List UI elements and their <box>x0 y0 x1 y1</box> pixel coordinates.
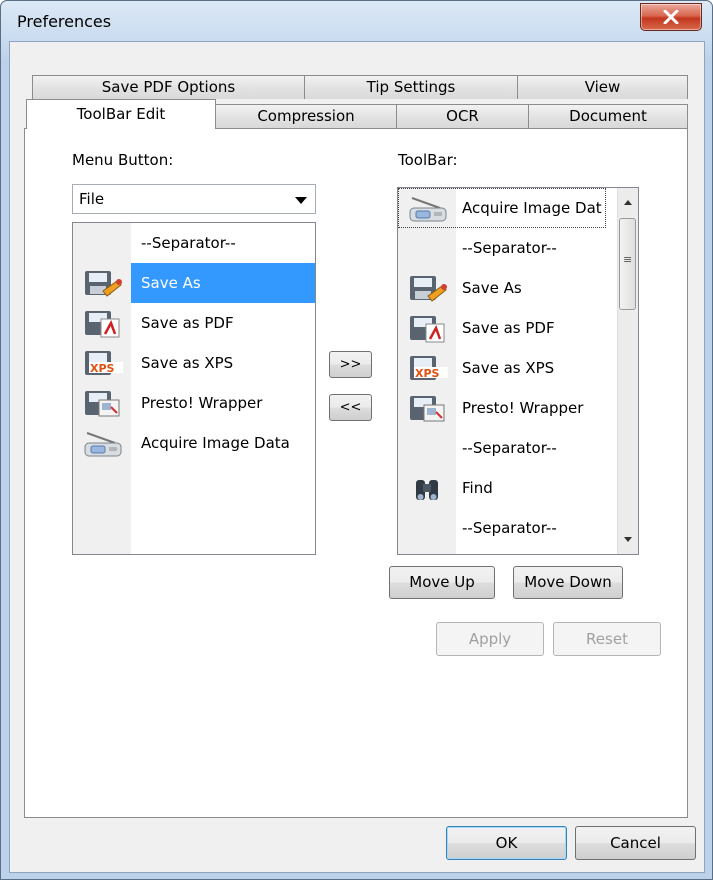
save-xps-icon: XPS <box>81 349 125 379</box>
move-down-button[interactable]: Move Down <box>513 566 623 599</box>
cancel-button[interactable]: Cancel <box>575 826 696 860</box>
list-item[interactable]: Save as PDF <box>398 308 638 348</box>
apply-button[interactable]: Apply <box>436 622 544 656</box>
tab-label: Tip Settings <box>366 78 456 96</box>
chevron-down-icon <box>295 197 307 204</box>
list-item-label: --Separator-- <box>462 239 557 257</box>
scroll-up-icon[interactable] <box>618 192 638 212</box>
list-item-label: --Separator-- <box>462 519 557 537</box>
list-item-label: Presto! Wrapper <box>462 399 584 417</box>
svg-text:XPS: XPS <box>415 367 440 380</box>
list-item-label: Save As <box>462 279 522 297</box>
list-item-label: Save as PDF <box>141 314 234 332</box>
save-pdf-icon <box>81 309 125 339</box>
toolbar-list-scrollbar[interactable] <box>617 188 638 554</box>
tab-document[interactable]: Document <box>528 104 688 128</box>
list-item-label: Save As <box>141 274 201 292</box>
scroll-thumb[interactable] <box>619 218 636 310</box>
toolbar-label: ToolBar: <box>398 151 458 169</box>
tab-label: Document <box>569 107 647 125</box>
presto-wrapper-icon <box>406 394 450 424</box>
tab-ocr[interactable]: OCR <box>396 104 529 128</box>
presto-wrapper-icon <box>81 389 125 419</box>
scroll-down-icon[interactable] <box>618 530 638 550</box>
list-item-label: Presto! Wrapper <box>141 394 263 412</box>
list-item-label: Acquire Image Data <box>141 434 290 452</box>
list-item[interactable]: --Separator-- <box>73 223 315 263</box>
list-item[interactable]: Presto! Wrapper <box>398 388 638 428</box>
menu-button-dropdown[interactable]: File <box>72 184 316 214</box>
move-up-button[interactable]: Move Up <box>389 566 495 599</box>
ok-button[interactable]: OK <box>446 826 567 860</box>
menu-items-list[interactable]: --Separator-- Save As Save as PDF XPS Save a… <box>72 222 316 555</box>
list-item[interactable]: Save As <box>73 263 315 303</box>
save-pdf-icon <box>406 314 450 344</box>
list-item[interactable]: Save as PDF <box>73 303 315 343</box>
tab-tip-settings[interactable]: Tip Settings <box>304 75 518 99</box>
svg-text:XPS: XPS <box>90 362 115 375</box>
save-as-icon <box>81 269 125 299</box>
list-item[interactable]: Save As <box>398 268 638 308</box>
tab-label: ToolBar Edit <box>76 105 166 123</box>
tab-compression[interactable]: Compression <box>215 104 397 128</box>
list-item[interactable]: --Separator-- <box>398 228 638 268</box>
remove-from-toolbar-button[interactable]: << <box>329 394 372 421</box>
add-to-toolbar-button[interactable]: >> <box>329 351 372 378</box>
list-item[interactable]: XPS Save as XPS <box>398 348 638 388</box>
scanner-icon <box>81 429 125 459</box>
binoculars-icon <box>406 474 450 504</box>
tab-save-pdf-options[interactable]: Save PDF Options <box>32 75 305 99</box>
list-item[interactable]: Acquire Image Dat <box>398 188 638 228</box>
dropdown-value: File <box>79 190 105 208</box>
close-icon <box>663 10 679 24</box>
tab-view[interactable]: View <box>517 75 688 99</box>
list-item[interactable]: --Separator-- <box>398 508 638 548</box>
window-title: Preferences <box>17 12 112 31</box>
toolbar-items-list[interactable]: Acquire Image Dat --Separator-- Save As Sav… <box>397 187 639 555</box>
save-as-icon <box>406 274 450 304</box>
menu-button-label: Menu Button: <box>72 151 174 169</box>
reset-button[interactable]: Reset <box>553 622 661 656</box>
tab-label: Compression <box>257 107 355 125</box>
tab-label: OCR <box>446 107 479 125</box>
tab-label: Save PDF Options <box>101 78 236 96</box>
list-item-label: Save as PDF <box>462 319 555 337</box>
list-item-label: Save as XPS <box>141 354 234 372</box>
list-item[interactable]: Acquire Image Data <box>73 423 315 463</box>
tab-toolbar-edit[interactable]: ToolBar Edit <box>26 99 216 129</box>
list-item-label: --Separator-- <box>141 234 236 252</box>
save-xps-icon: XPS <box>406 354 450 384</box>
list-item-label: --Separator-- <box>462 439 557 457</box>
list-item[interactable]: Find <box>398 468 638 508</box>
tab-label: View <box>584 78 621 96</box>
list-item[interactable]: XPS Save as XPS <box>73 343 315 383</box>
list-item[interactable]: --Separator-- <box>398 428 638 468</box>
list-item[interactable]: Presto! Wrapper <box>73 383 315 423</box>
title-bar[interactable]: Preferences <box>1 1 712 41</box>
list-item-label: Save as XPS <box>462 359 555 377</box>
close-button[interactable] <box>640 3 702 31</box>
list-item-label: Find <box>462 479 493 497</box>
